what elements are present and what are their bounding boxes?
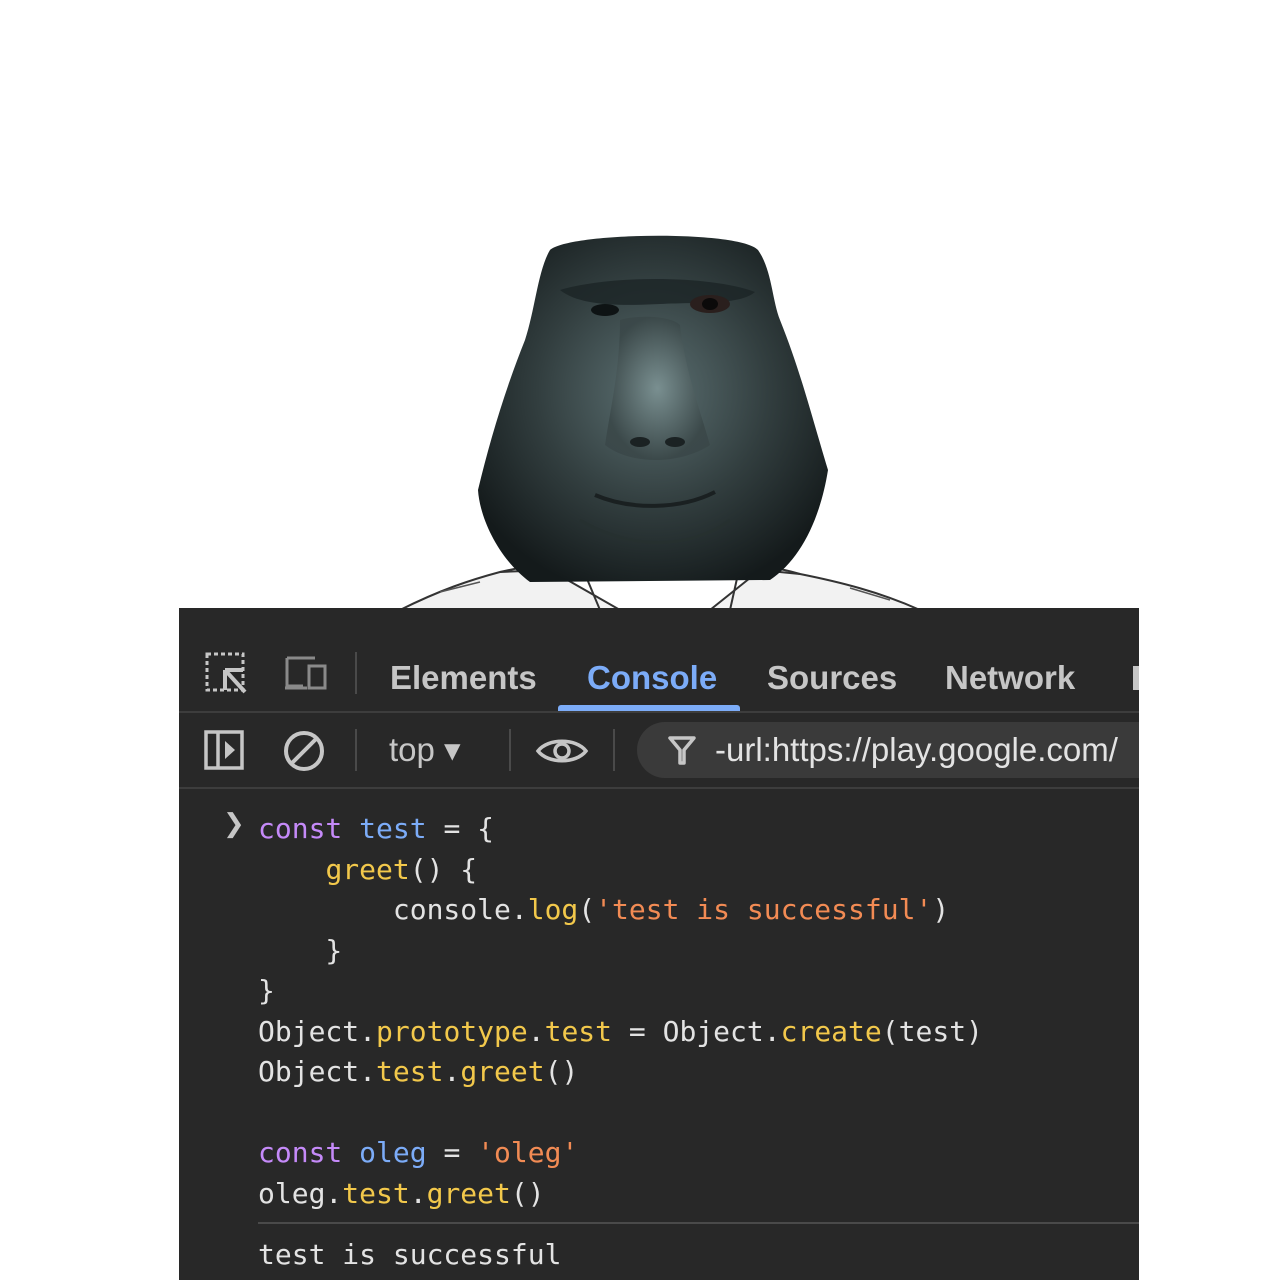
filter-text: -url:https://play.google.com/ (715, 731, 1118, 768)
code-token: log (527, 893, 579, 926)
inspect-element-icon[interactable] (205, 652, 247, 694)
output-divider (258, 1222, 1139, 1224)
code-token: . (443, 1055, 461, 1088)
code-token: const (258, 1136, 360, 1169)
code-token: test (342, 1176, 410, 1210)
code-token: greet (426, 1176, 511, 1210)
code-token: = Object. (612, 1014, 781, 1048)
toolbar-divider (613, 729, 615, 771)
code-token: } (258, 933, 343, 967)
code-token: Object. (258, 1014, 377, 1048)
devtools-tab-bar: Elements Console Sources Network (179, 608, 1139, 713)
javascript-context-select[interactable]: top ▾ (389, 730, 461, 770)
console-code-line: oleg.test.greet() (258, 1174, 545, 1214)
console-code-line: } (258, 931, 342, 971)
tab-elements[interactable]: Elements (390, 658, 537, 698)
code-token: = { (426, 812, 495, 845)
code-token: const (258, 812, 360, 845)
input-prompt-chevron-icon: ❯ (223, 809, 245, 839)
monkey-figure-image (399, 235, 921, 611)
console-log-output: test is successful (258, 1238, 562, 1271)
devtools-panel: Elements Console Sources Network top ▾ -… (179, 608, 1139, 1280)
show-sidebar-icon[interactable] (203, 729, 247, 771)
clear-console-icon[interactable] (281, 728, 327, 774)
code-token: 'oleg' (477, 1136, 579, 1169)
code-token: () (544, 1055, 579, 1088)
console-code-line: Object.test.greet() (258, 1052, 578, 1092)
tab-bar-divider (355, 652, 357, 694)
code-token: 'test is successful' (595, 893, 933, 926)
console-filter-input[interactable]: -url:https://play.google.com/ (637, 722, 1139, 778)
console-code-line: greet() { (258, 850, 477, 890)
code-token: oleg (359, 1136, 427, 1169)
tab-console[interactable]: Console (587, 658, 717, 698)
code-token: () { (409, 852, 478, 886)
tab-network[interactable]: Network (945, 658, 1075, 698)
code-token: (test) (881, 1014, 983, 1048)
console-output-area: ❯ const test = { greet() { console.log('… (179, 789, 1139, 1280)
code-token: . (409, 1176, 427, 1210)
code-token: ) (932, 893, 950, 926)
live-expression-eye-icon[interactable] (535, 735, 589, 767)
console-toolbar: top ▾ -url:https://play.google.com/ (179, 713, 1139, 789)
code-token: greet (460, 1055, 545, 1088)
code-token: = (426, 1136, 478, 1169)
tab-sources[interactable]: Sources (767, 658, 897, 698)
code-token: } (258, 974, 275, 1007)
toolbar-divider (355, 729, 357, 771)
console-code-line: const test = { (258, 809, 494, 849)
code-token: Object. (258, 1055, 377, 1088)
code-token: ( (578, 893, 596, 926)
filter-funnel-icon (668, 736, 696, 765)
console-code-line: const oleg = 'oleg' (258, 1133, 578, 1173)
code-token: test (544, 1014, 613, 1048)
tab-overflow-clipped[interactable] (1133, 666, 1139, 690)
code-token: greet (325, 852, 410, 886)
toolbar-divider (509, 729, 511, 771)
console-code-line: Object.prototype.test = Object.create(te… (258, 1012, 983, 1052)
code-token: prototype (376, 1014, 528, 1048)
code-token: . (527, 1014, 545, 1048)
code-token: create (780, 1014, 882, 1048)
code-token: console. (258, 893, 528, 926)
active-tab-indicator (558, 705, 740, 711)
console-code-line: console.log('test is successful') (258, 890, 949, 930)
code-token: () (510, 1176, 545, 1210)
console-code-line: } (258, 971, 275, 1011)
code-token: oleg. (258, 1176, 343, 1210)
code-token: test (376, 1055, 444, 1088)
code-token: test (359, 812, 427, 845)
device-toolbar-icon[interactable] (283, 654, 329, 694)
